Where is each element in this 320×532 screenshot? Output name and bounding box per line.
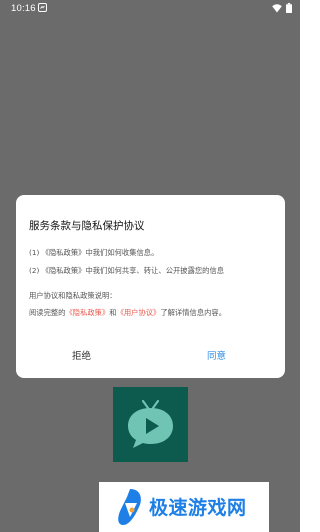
explanation-after: 了解详情信息内容。: [160, 308, 227, 317]
status-bar: 10:16: [0, 0, 300, 18]
explanation-heading: 用户协议和隐私政策说明：: [29, 291, 117, 300]
explanation-line: 阅读完整的《隐私政策》和《用户协议》了解详情信息内容。: [29, 308, 226, 318]
status-icons: [272, 3, 292, 13]
status-time: 10:16: [11, 3, 36, 14]
clause-text: 中我们如何共享、转让、公开披露您的信息: [85, 266, 225, 275]
user-agreement-link[interactable]: 《用户协议》: [117, 308, 161, 317]
refuse-button[interactable]: 拒绝: [72, 348, 91, 362]
privacy-policy-link[interactable]: 《隐私政策》: [42, 266, 86, 275]
agree-button[interactable]: 同意: [207, 348, 226, 362]
battery-icon: [286, 3, 292, 13]
clause-prefix: (2): [29, 266, 42, 275]
clause-prefix: (1): [29, 248, 42, 257]
video-chat-icon: [128, 399, 173, 448]
watermark: 极速游戏网: [99, 482, 269, 532]
privacy-dialog: 服务条款与隐私保护协议 (1) 《隐私政策》中我们如何收集信息。 (2) 《隐私…: [16, 195, 285, 378]
watermark-logo-icon: [115, 487, 145, 531]
clause-1: (1) 《隐私政策》中我们如何收集信息。: [29, 248, 158, 258]
privacy-policy-link[interactable]: 《隐私政策》: [65, 308, 109, 317]
app-screen: 10:16 服务条款与隐私保护协议 (1) 《隐私政策》中我们如何收集信息。 (…: [0, 0, 300, 532]
dialog-title: 服务条款与隐私保护协议: [29, 220, 145, 232]
explanation-before: 阅读完整的: [29, 308, 66, 317]
watermark-text: 极速游戏网: [149, 497, 247, 519]
clause-2: (2) 《隐私政策》中我们如何共享、转让、公开披露您的信息: [29, 266, 224, 276]
wifi-icon: [272, 3, 282, 13]
explanation-middle: 和: [109, 308, 117, 317]
clause-text: 中我们如何收集信息。: [85, 248, 159, 257]
notification-icon: [38, 3, 47, 15]
privacy-policy-link[interactable]: 《隐私政策》: [42, 248, 86, 257]
app-icon: [113, 387, 188, 462]
